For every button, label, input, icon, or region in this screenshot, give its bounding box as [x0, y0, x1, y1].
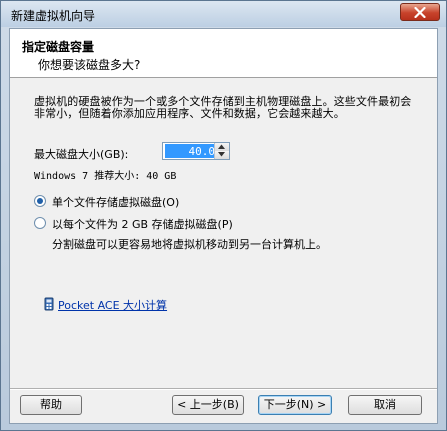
- disk-size-label: 最大磁盘大小(GB):: [34, 148, 129, 161]
- radio-single-file-indicator[interactable]: [34, 195, 46, 207]
- recommended-size-text: Windows 7 推荐大小: 40 GB: [34, 171, 177, 182]
- close-button[interactable]: [400, 3, 440, 21]
- page-subtitle: 你想要该磁盘多大?: [38, 58, 141, 72]
- disk-size-stepper[interactable]: [162, 142, 230, 160]
- wizard-header: 指定磁盘容量 你想要该磁盘多大?: [10, 29, 437, 78]
- close-icon: [414, 7, 426, 18]
- cancel-button[interactable]: 取消: [348, 395, 422, 415]
- chevron-up-icon: [218, 144, 225, 149]
- footer-divider: [10, 388, 437, 390]
- help-button[interactable]: 帮助: [20, 395, 82, 415]
- next-button[interactable]: 下一步(N) >: [258, 395, 332, 415]
- radio-split-files-indicator[interactable]: [34, 217, 46, 229]
- chevron-down-icon: [218, 152, 225, 157]
- wizard-body: 指定磁盘容量 你想要该磁盘多大? 虚拟机的硬盘被作为一个或多个文件存储到主机物理…: [9, 28, 438, 424]
- back-button[interactable]: < 上一步(B): [172, 395, 244, 415]
- radio-split-files-label: 以每个文件为 2 GB 存储虚拟磁盘(P): [52, 218, 233, 231]
- radio-single-file-label: 单个文件存储虚拟磁盘(O): [52, 196, 180, 209]
- wizard-window: 新建虚拟机向导 指定磁盘容量 你想要该磁盘多大? 虚拟机的硬盘被作为一个或多个文…: [0, 0, 447, 431]
- page-title: 指定磁盘容量: [22, 40, 95, 54]
- title-bar[interactable]: 新建虚拟机向导: [1, 1, 446, 27]
- disk-size-input[interactable]: [165, 144, 215, 158]
- calculator-icon: [44, 297, 54, 311]
- description-text: 虚拟机的硬盘被作为一个或多个文件存储到主机物理磁盘上。这些文件最初会非常小，但随…: [34, 95, 412, 120]
- spin-down-button[interactable]: [214, 151, 229, 159]
- calculator-link-text[interactable]: Pocket ACE 大小计算: [58, 297, 167, 313]
- split-option-note: 分割磁盘可以更容易地将虚拟机移动到另一台计算机上。: [52, 238, 327, 251]
- window-title: 新建虚拟机向导: [11, 9, 96, 23]
